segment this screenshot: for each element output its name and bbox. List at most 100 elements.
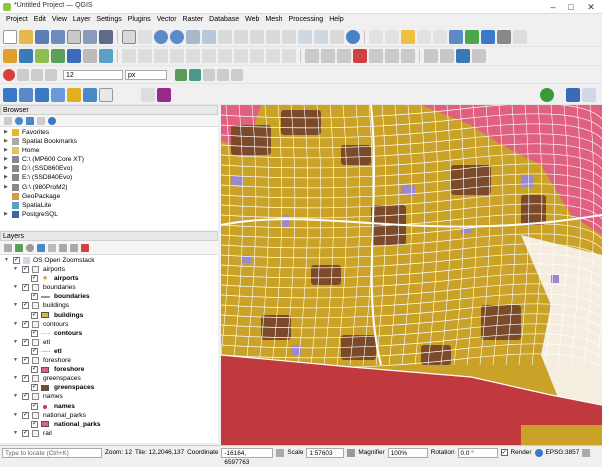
snapping-magnet-icon[interactable]	[3, 68, 15, 81]
layer-row[interactable]: ▼ ✓ foreshore	[0, 356, 218, 365]
identify-features-icon[interactable]	[369, 29, 383, 44]
symbol-visibility-checkbox[interactable]: ✓	[31, 366, 38, 374]
menu-settings[interactable]: Settings	[93, 14, 124, 27]
layer-visibility-checkbox[interactable]: ✓	[22, 284, 29, 292]
layer-visibility-checkbox[interactable]: ✓	[22, 338, 29, 346]
layer-symbol-row[interactable]: ✓ ★ airports	[0, 274, 218, 283]
move-annotation-icon[interactable]	[141, 88, 155, 102]
symbol-visibility-checkbox[interactable]: ✓	[31, 402, 38, 410]
text-annotation-icon[interactable]	[99, 88, 113, 102]
layer-symbol-row[interactable]: ✓ etl	[0, 347, 218, 356]
avoid-overlap-icon[interactable]	[203, 68, 215, 81]
new-map-view-icon[interactable]	[298, 29, 312, 44]
toolbox-icon[interactable]	[465, 29, 479, 44]
zoom-native-icon[interactable]	[250, 29, 264, 44]
menu-edit[interactable]: Edit	[31, 14, 49, 27]
save-as-icon[interactable]	[51, 29, 65, 44]
topology-icon[interactable]	[189, 68, 201, 81]
save-project-icon[interactable]	[35, 29, 49, 44]
menu-layer[interactable]: Layer	[70, 14, 94, 27]
measure-icon[interactable]	[513, 29, 527, 44]
locator-search-input[interactable]: Type to locate (Ctrl+K)	[2, 447, 102, 458]
layer-row[interactable]: ▼ ✓ rail	[0, 429, 218, 438]
undo-icon[interactable]	[266, 49, 280, 63]
symbol-visibility-checkbox[interactable]: ✓	[31, 275, 38, 283]
select-by-polygon-icon[interactable]	[19, 88, 33, 102]
browser-item[interactable]: GeoPackage	[0, 192, 218, 201]
expand-arrow-icon[interactable]: ▶	[4, 155, 8, 164]
layer-symbol-row[interactable]: ✓ greenspaces	[0, 383, 218, 392]
browser-item[interactable]: SpatiaLite	[0, 201, 218, 210]
statistics-icon[interactable]	[497, 29, 511, 44]
layer-visibility-checkbox[interactable]: ✓	[22, 411, 29, 419]
map-render[interactable]	[221, 105, 602, 445]
render-checkbox[interactable]: ✓	[500, 449, 508, 456]
minimize-button[interactable]: –	[546, 1, 560, 13]
layer-visibility-checkbox[interactable]: ✓	[22, 357, 29, 365]
layer-row[interactable]: ▼ ✓ boundaries	[0, 283, 218, 292]
layer-row[interactable]: ▼ ✓ names	[0, 392, 218, 401]
menu-raster[interactable]: Raster	[180, 14, 207, 27]
help-icon[interactable]	[472, 49, 486, 63]
snap-type-icon[interactable]	[45, 68, 57, 81]
map-canvas[interactable]	[221, 105, 602, 445]
menu-mesh[interactable]: Mesh	[262, 14, 285, 27]
collapse-arrow-icon[interactable]: ▼	[13, 301, 18, 310]
filter-legend-icon[interactable]	[37, 243, 45, 252]
layout-manager-icon[interactable]	[83, 29, 97, 44]
add-vector-layer-icon[interactable]	[19, 49, 33, 63]
style-manager-icon[interactable]	[99, 29, 113, 44]
menu-help[interactable]: Help	[326, 14, 346, 27]
expand-arrow-icon[interactable]: ▶	[4, 164, 8, 173]
qgis-query-icon[interactable]	[157, 88, 171, 102]
collapse-arrow-icon[interactable]: ▼	[13, 265, 18, 274]
collapse-arrow-icon[interactable]: ▼	[13, 411, 18, 420]
snap-mode-icon[interactable]	[31, 68, 43, 81]
snap-layer-icon[interactable]	[17, 68, 29, 81]
layer-symbol-row[interactable]: ✓ national_parks	[0, 420, 218, 429]
field-calculator-icon[interactable]	[433, 29, 447, 44]
cut-features-icon[interactable]	[218, 49, 232, 63]
browser-item[interactable]: ▶ Spatial Bookmarks	[0, 137, 218, 146]
collapse-all-icon[interactable]	[37, 116, 45, 125]
zoom-next-icon[interactable]	[282, 29, 296, 44]
toggle-editing-icon[interactable]	[138, 49, 152, 63]
add-raster-layer-icon[interactable]	[35, 49, 49, 63]
vertex-tool-icon[interactable]	[186, 49, 200, 63]
menu-plugins[interactable]: Plugins	[125, 14, 154, 27]
layer-visibility-checkbox[interactable]: ✓	[22, 375, 29, 383]
save-edits-icon[interactable]	[154, 49, 168, 63]
layer-row[interactable]: ▼ ✓ airports	[0, 265, 218, 274]
select-by-freehand-icon[interactable]	[35, 88, 49, 102]
collapse-arrow-icon[interactable]: ▼	[13, 392, 18, 401]
select-features-icon[interactable]	[401, 29, 415, 44]
menu-project[interactable]: Project	[3, 14, 31, 27]
paste-features-icon[interactable]	[250, 49, 264, 63]
browser-item[interactable]: ▶ Favorites	[0, 128, 218, 137]
collapse-arrow-icon[interactable]: ▼	[13, 429, 18, 438]
layer-row[interactable]: ▼ ✓ greenspaces	[0, 374, 218, 383]
coordinate-input[interactable]: -16164, 6597763	[221, 447, 274, 466]
ui-plugin-icon[interactable]	[582, 88, 596, 102]
browser-item[interactable]: ▶ G:\ (980ProM2)	[0, 183, 218, 192]
maximize-button[interactable]: □	[564, 1, 578, 13]
layer-visibility-checkbox[interactable]: ✓	[22, 302, 29, 310]
crs-text[interactable]: EPSG:3857	[546, 449, 580, 456]
plugin-a-icon[interactable]	[424, 49, 438, 63]
pan-to-selection-icon[interactable]	[138, 29, 152, 44]
pan-icon[interactable]	[122, 29, 136, 44]
new-3d-view-icon[interactable]	[314, 29, 328, 44]
snapping-tolerance-input[interactable]: 12	[63, 69, 123, 80]
collapse-arrow-icon[interactable]: ▼	[13, 356, 18, 365]
add-group-icon[interactable]	[15, 243, 23, 252]
magnifier-input[interactable]: 100%	[387, 447, 428, 458]
digitize-toggle-icon[interactable]	[3, 49, 17, 63]
enable-properties-icon[interactable]	[48, 116, 56, 125]
expand-arrow-icon[interactable]: ▶	[4, 173, 8, 182]
refresh-browser-icon[interactable]	[15, 116, 23, 125]
add-feature-icon[interactable]	[170, 49, 184, 63]
copy-features-icon[interactable]	[234, 49, 248, 63]
remove-layer-icon[interactable]	[81, 243, 89, 252]
identify-icon[interactable]	[449, 29, 463, 44]
add-spatialite-icon[interactable]	[99, 49, 113, 63]
